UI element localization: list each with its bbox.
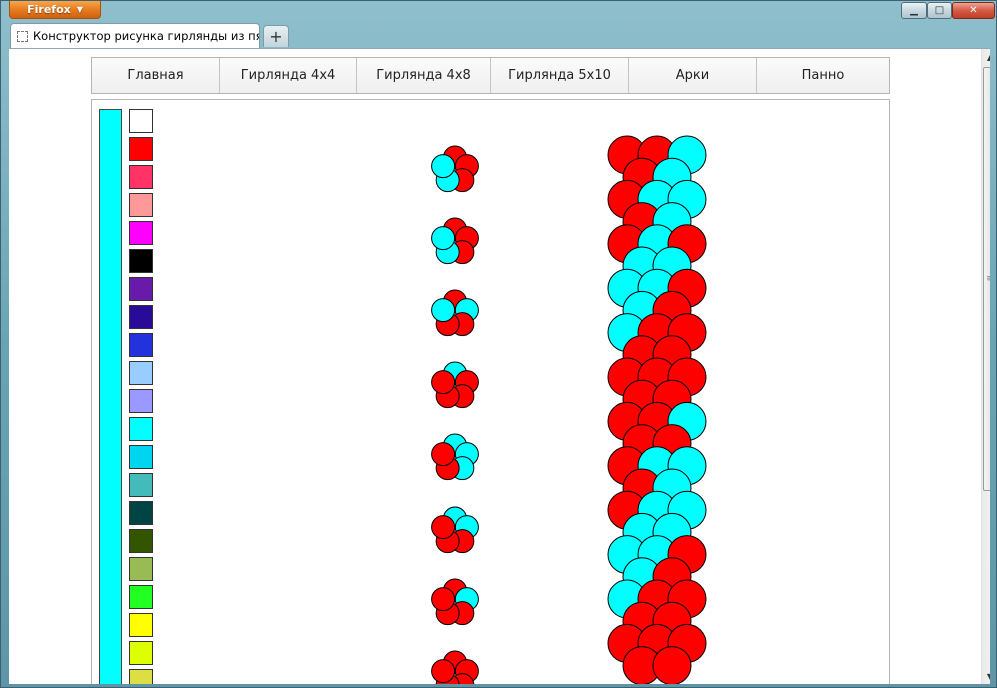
nav-item-label: Главная [127,68,184,83]
minimize-icon: ▁ [910,5,918,16]
color-swatch[interactable] [129,557,153,581]
color-swatch[interactable] [129,501,153,525]
color-swatch[interactable] [129,277,153,301]
nav-item-label: Панно [801,68,845,83]
flower-balloon[interactable] [431,578,479,626]
nav-item-label: Арки [675,68,710,83]
balloon-petal[interactable] [431,659,456,684]
nav-item-garland-4x4[interactable]: Гирлянда 4x4 [220,58,357,93]
close-window-button[interactable]: ✕ [952,2,995,19]
color-swatch[interactable] [129,361,153,385]
selected-color-bar [99,109,122,684]
color-swatch[interactable] [129,249,153,273]
color-swatch[interactable] [129,529,153,553]
balloon-petal[interactable] [431,587,456,612]
balloon-petal[interactable] [431,515,456,540]
garland-balloon[interactable] [652,646,692,684]
flower-balloon[interactable] [431,289,479,337]
nav-item-garland-4x8[interactable]: Гирлянда 4x8 [357,58,491,93]
nav-item-label: Гирлянда 4x8 [376,68,471,83]
color-swatch[interactable] [129,109,153,133]
chevron-down-icon: ▼ [76,5,83,14]
color-swatch[interactable] [129,165,153,189]
flower-balloon[interactable] [431,506,479,554]
flower-balloon[interactable] [431,650,479,684]
color-swatch[interactable] [129,445,153,469]
close-icon: ✕ [969,5,978,16]
balloon-petal[interactable] [431,226,456,251]
browser-window: Firefox ▼ ▁ □ ✕ Конструктор рисунка гирл… [0,0,997,688]
color-swatch[interactable] [129,221,153,245]
design-canvas [91,99,890,684]
nav-item-label: Гирлянда 4x4 [240,68,336,83]
firefox-menu-label: Firefox [27,3,71,16]
nav-item-arches[interactable]: Арки [629,58,757,93]
balloon-petal[interactable] [431,370,456,395]
scrollbar-thumb[interactable]: ≡ [983,67,990,491]
new-tab-button[interactable]: + [263,25,289,47]
balloon-petal[interactable] [431,154,456,179]
flower-balloon[interactable] [431,217,479,265]
nav-item-panel[interactable]: Панно [757,58,889,93]
balloon-petal[interactable] [431,298,456,323]
scroll-up-arrow-icon[interactable]: ▲ [982,49,990,65]
color-swatch[interactable] [129,417,153,441]
color-swatch[interactable] [129,137,153,161]
flower-balloons-column [431,145,479,684]
main-nav: Главная Гирлянда 4x4 Гирлянда 4x8 Гирлян… [91,57,890,94]
color-swatch[interactable] [129,333,153,357]
color-swatch[interactable] [129,669,153,684]
maximize-icon: □ [934,5,945,16]
balloon-petal[interactable] [431,442,456,467]
color-swatch[interactable] [129,641,153,665]
color-swatch[interactable] [129,473,153,497]
balloon-garland-preview [607,135,707,684]
nav-item-garland-5x10[interactable]: Гирлянда 5x10 [491,58,629,93]
color-swatch[interactable] [129,613,153,637]
scroll-down-arrow-icon[interactable]: ▼ [982,668,990,684]
color-swatch[interactable] [129,193,153,217]
flower-balloon[interactable] [431,361,479,409]
color-swatch[interactable] [129,585,153,609]
flower-balloon[interactable] [431,433,479,481]
browser-tab[interactable]: Конструктор рисунка гирлянды из пят... [10,23,260,48]
vertical-scrollbar[interactable]: ▲ ≡ ▼ [981,49,990,684]
firefox-menu-button[interactable]: Firefox ▼ [9,1,101,19]
nav-item-home[interactable]: Главная [92,58,220,93]
color-swatch[interactable] [129,305,153,329]
nav-item-label: Гирлянда 5x10 [508,68,611,83]
plus-icon: + [269,27,283,46]
page-favicon-icon [17,30,28,42]
maximize-button[interactable]: □ [927,2,952,19]
page-viewport: Главная Гирлянда 4x4 Гирлянда 4x8 Гирлян… [9,48,990,684]
color-swatch[interactable] [129,389,153,413]
color-palette [129,109,155,684]
minimize-button[interactable]: ▁ [901,2,927,19]
tab-title: Конструктор рисунка гирлянды из пят... [33,29,259,43]
flower-balloon[interactable] [431,145,479,193]
